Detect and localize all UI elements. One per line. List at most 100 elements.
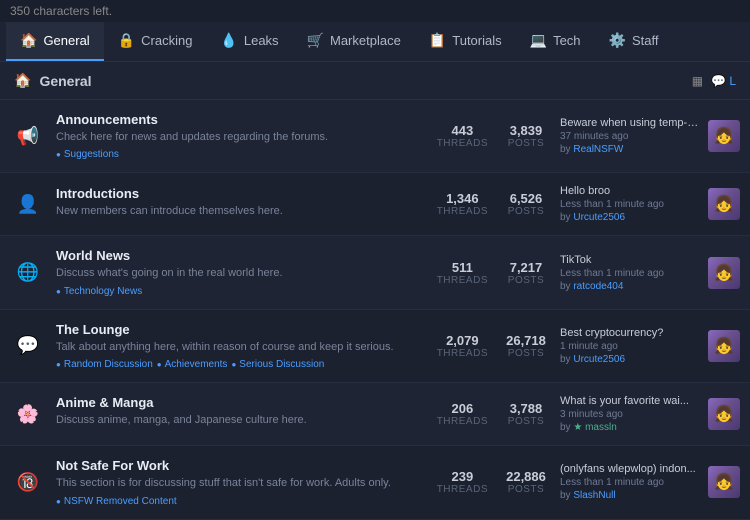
posts-stat: 26,718 POSTS <box>502 333 550 359</box>
forum-tag[interactable]: NSFW Removed Content <box>56 496 177 507</box>
forum-icon: 🔞 <box>10 464 46 500</box>
avatar: 👧 <box>708 257 740 289</box>
forum-info: The Lounge Talk about anything here, wit… <box>56 322 427 370</box>
chars-left: 350 characters left. <box>0 0 750 22</box>
latest-post-title[interactable]: (onlyfans wlepwlop) indon... <box>560 463 700 475</box>
posts-label: POSTS <box>508 484 544 495</box>
forum-tag[interactable]: Achievements <box>157 359 228 370</box>
nav-label-general: General <box>43 33 89 48</box>
posts-value: 6,526 <box>510 191 543 206</box>
forum-desc: New members can introduce themselves her… <box>56 204 427 219</box>
posts-label: POSTS <box>508 206 544 217</box>
threads-value: 443 <box>452 123 474 138</box>
tutorials-icon: 📋 <box>429 32 446 49</box>
nav-label-cracking: Cracking <box>141 33 192 48</box>
forum-desc: Talk about anything here, within reason … <box>56 340 427 355</box>
latest-post-title[interactable]: Beware when using temp-ma... <box>560 117 700 129</box>
lock-icon: 🔒 <box>118 32 135 49</box>
forum-latest: Beware when using temp-ma... 37 minutes … <box>560 117 740 155</box>
posts-stat: 6,526 POSTS <box>502 191 550 217</box>
latest-post-title[interactable]: Hello broo <box>560 185 700 197</box>
avatar-img: 👧 <box>708 330 740 362</box>
latest-author[interactable]: Urcute2506 <box>573 354 625 365</box>
latest-text: TikTok Less than 1 minute ago by ratcode… <box>560 254 700 292</box>
nav-tab-tutorials[interactable]: 📋 Tutorials <box>415 22 516 61</box>
threads-stat: 511 THREADS <box>437 260 488 286</box>
table-row: 👤 Introductions New members can introduc… <box>0 173 750 236</box>
latest-author[interactable]: ★ massln <box>573 422 616 433</box>
nav-tab-marketplace[interactable]: 🛒 Marketplace <box>293 22 415 61</box>
forum-title[interactable]: World News <box>56 248 427 263</box>
forum-info: Announcements Check here for news and up… <box>56 112 427 160</box>
posts-stat: 22,886 POSTS <box>502 469 550 495</box>
threads-stat: 1,346 THREADS <box>437 191 488 217</box>
latest-author[interactable]: ratcode404 <box>573 281 623 292</box>
threads-label: THREADS <box>437 138 488 149</box>
threads-value: 1,346 <box>446 191 479 206</box>
threads-value: 511 <box>452 260 473 275</box>
forum-info: Introductions New members can introduce … <box>56 186 427 223</box>
latest-time: Less than 1 minute ago <box>560 477 700 488</box>
nav-bar: 🏠 General 🔒 Cracking 💧 Leaks 🛒 Marketpla… <box>0 22 750 62</box>
forum-info: Not Safe For Work This section is for di… <box>56 458 427 506</box>
avatar: 👧 <box>708 398 740 430</box>
forum-stats: 511 THREADS 7,217 POSTS <box>437 260 550 286</box>
forum-icon: 👤 <box>10 186 46 222</box>
forum-stats: 1,346 THREADS 6,526 POSTS <box>437 191 550 217</box>
latest-author[interactable]: RealNSFW <box>573 144 623 155</box>
forum-stats: 443 THREADS 3,839 POSTS <box>437 123 550 149</box>
nav-tab-tech[interactable]: 💻 Tech <box>516 22 595 61</box>
section-header: 🏠 General ▦ 💬 L <box>0 62 750 100</box>
forum-icon: 🌐 <box>10 255 46 291</box>
chat-icon[interactable]: 💬 L <box>711 74 736 88</box>
latest-text: (onlyfans wlepwlop) indon... Less than 1… <box>560 463 700 501</box>
avatar-img: 👧 <box>708 120 740 152</box>
posts-stat: 7,217 POSTS <box>502 260 550 286</box>
forum-tag[interactable]: Serious Discussion <box>231 359 324 370</box>
threads-stat: 443 THREADS <box>437 123 488 149</box>
section-header-right: ▦ 💬 L <box>692 74 736 88</box>
forum-title[interactable]: Not Safe For Work <box>56 458 427 473</box>
posts-stat: 3,839 POSTS <box>502 123 550 149</box>
nav-tab-staff[interactable]: ⚙️ Staff <box>595 22 673 61</box>
forum-title[interactable]: Anime & Manga <box>56 395 427 410</box>
latest-post-title[interactable]: TikTok <box>560 254 700 266</box>
nav-tab-cracking[interactable]: 🔒 Cracking <box>104 22 207 61</box>
nav-tab-leaks[interactable]: 💧 Leaks <box>206 22 292 61</box>
latest-text: Hello broo Less than 1 minute ago by Urc… <box>560 185 700 223</box>
avatar-img: 👧 <box>708 188 740 220</box>
grid-icon[interactable]: ▦ <box>692 74 703 88</box>
latest-author[interactable]: Urcute2506 <box>573 212 625 223</box>
forum-tag[interactable]: Technology News <box>56 286 142 297</box>
forum-tag[interactable]: Suggestions <box>56 149 119 160</box>
forum-desc: Check here for news and updates regardin… <box>56 130 427 145</box>
latest-post-title[interactable]: What is your favorite wai... <box>560 395 700 407</box>
latest-time: Less than 1 minute ago <box>560 199 700 210</box>
threads-value: 239 <box>452 469 474 484</box>
forum-list: 📢 Announcements Check here for news and … <box>0 100 750 520</box>
forum-title[interactable]: Introductions <box>56 186 427 201</box>
forum-stats: 206 THREADS 3,788 POSTS <box>437 401 550 427</box>
forum-desc: Discuss anime, manga, and Japanese cultu… <box>56 413 427 428</box>
latest-text: What is your favorite wai... 3 minutes a… <box>560 395 700 433</box>
leaks-icon: 💧 <box>220 32 237 49</box>
forum-info: Anime & Manga Discuss anime, manga, and … <box>56 395 427 432</box>
avatar: 👧 <box>708 188 740 220</box>
latest-post-title[interactable]: Best cryptocurrency? <box>560 327 700 339</box>
posts-label: POSTS <box>508 275 544 286</box>
staff-icon: ⚙️ <box>609 32 626 49</box>
forum-title[interactable]: The Lounge <box>56 322 427 337</box>
latest-time: 37 minutes ago <box>560 131 700 142</box>
forum-title[interactable]: Announcements <box>56 112 427 127</box>
latest-time: 3 minutes ago <box>560 409 700 420</box>
section-home-icon: 🏠 <box>14 72 31 89</box>
forum-desc: Discuss what's going on in the real worl… <box>56 266 427 281</box>
forum-icon: 💬 <box>10 328 46 364</box>
forum-icon: 🌸 <box>10 396 46 432</box>
nav-label-tech: Tech <box>553 33 580 48</box>
latest-by: by Urcute2506 <box>560 212 700 223</box>
nav-tab-general[interactable]: 🏠 General <box>6 22 104 61</box>
forum-tag[interactable]: Random Discussion <box>56 359 153 370</box>
threads-label: THREADS <box>437 416 488 427</box>
forum-desc: This section is for discussing stuff tha… <box>56 476 427 491</box>
